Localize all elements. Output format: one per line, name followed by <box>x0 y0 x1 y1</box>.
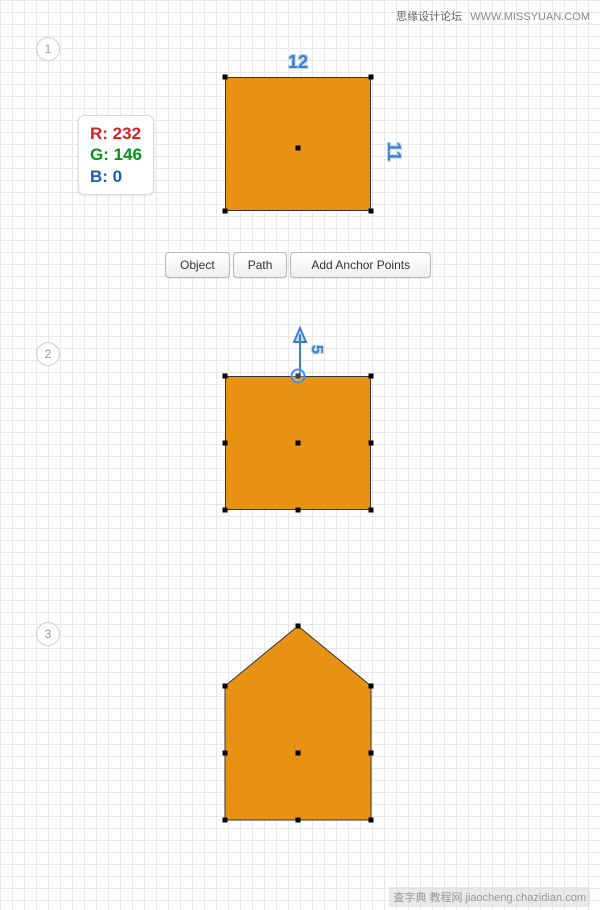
center-point <box>296 441 301 446</box>
anchor-point[interactable] <box>223 209 228 214</box>
anchor-point[interactable] <box>369 684 374 689</box>
anchor-point[interactable] <box>369 209 374 214</box>
button-row: Object Path Add Anchor Points <box>165 252 431 278</box>
add-anchor-points-button[interactable]: Add Anchor Points <box>290 252 431 278</box>
anchor-point[interactable] <box>369 441 374 446</box>
anchor-point[interactable] <box>296 508 301 513</box>
anchor-point[interactable] <box>369 374 374 379</box>
object-button[interactable]: Object <box>165 252 230 278</box>
color-b-label: B: 0 <box>90 166 142 187</box>
color-g-label: G: 146 <box>90 144 142 165</box>
square-shape-1[interactable] <box>225 77 371 211</box>
anchor-point[interactable] <box>223 818 228 823</box>
step-badge-2: 2 <box>36 342 60 366</box>
path-button[interactable]: Path <box>233 252 288 278</box>
selected-anchor-ring[interactable] <box>291 369 306 384</box>
watermark-bottom: 查字典 教程网 jiaocheng.chazidian.com <box>389 887 590 907</box>
anchor-point[interactable] <box>296 818 301 823</box>
watermark-url: WWW.MISSYUAN.COM <box>470 11 590 23</box>
height-label: 11 <box>383 142 404 161</box>
anchor-point[interactable] <box>369 751 374 756</box>
center-point <box>296 751 301 756</box>
color-r-label: R: 232 <box>90 123 142 144</box>
center-point <box>296 146 301 151</box>
anchor-point[interactable] <box>369 75 374 80</box>
width-label: 12 <box>288 52 308 73</box>
anchor-point[interactable] <box>223 684 228 689</box>
anchor-point[interactable] <box>223 751 228 756</box>
watermark-cn: 思缘设计论坛 <box>396 11 462 23</box>
arrow-distance-label: 5 <box>307 345 325 354</box>
step-badge-1: 1 <box>36 37 60 61</box>
anchor-point[interactable] <box>223 75 228 80</box>
anchor-point[interactable] <box>223 374 228 379</box>
anchor-point[interactable] <box>296 624 301 629</box>
step-badge-3: 3 <box>36 622 60 646</box>
anchor-point[interactable] <box>223 441 228 446</box>
rgb-color-box: R: 232 G: 146 B: 0 <box>78 115 154 195</box>
watermark-top: 思缘设计论坛 WWW.MISSYUAN.COM <box>396 8 590 24</box>
house-shape[interactable] <box>223 624 375 822</box>
anchor-point[interactable] <box>369 508 374 513</box>
anchor-point[interactable] <box>223 508 228 513</box>
anchor-point[interactable] <box>369 818 374 823</box>
